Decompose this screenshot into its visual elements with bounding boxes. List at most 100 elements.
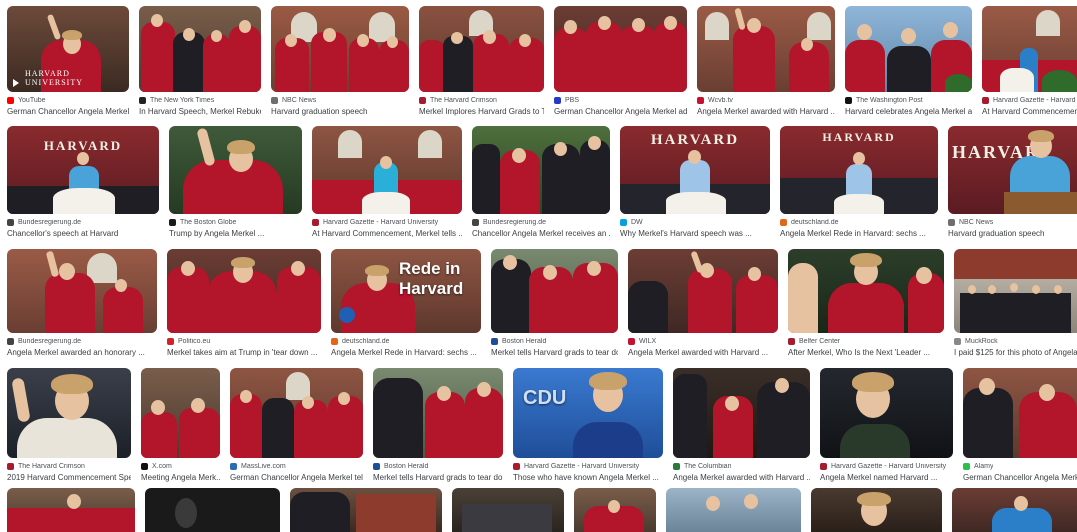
- image-result[interactable]: MassLive.com German Chancellor Angela Me…: [230, 368, 363, 483]
- image-result[interactable]: The Boston Globe Trump by Angela Merkel …: [169, 126, 302, 239]
- result-title[interactable]: Harvard graduation speech: [271, 106, 409, 117]
- result-title[interactable]: Angela Merkel awarded with Harvard ...: [697, 106, 835, 117]
- image-thumbnail[interactable]: [952, 488, 1077, 532]
- image-result[interactable]: X.com Meeting Angela Merk...: [141, 368, 220, 483]
- image-result[interactable]: HARVARD Bundesregierung.de Chancellor's …: [7, 126, 159, 239]
- result-title[interactable]: German Chancellor Angela Merkel ad...: [554, 106, 687, 117]
- result-title[interactable]: Why Merkel's Harvard speech was ...: [620, 228, 770, 239]
- image-thumbnail[interactable]: [7, 249, 157, 333]
- image-thumbnail[interactable]: [290, 488, 442, 532]
- image-thumbnail[interactable]: [271, 6, 409, 92]
- image-result[interactable]: CDU Harvard Gazette - Harvard University…: [513, 368, 663, 483]
- image-result[interactable]: HARVAR NBC News Harvard graduation speec…: [948, 126, 1077, 239]
- image-thumbnail[interactable]: [167, 249, 321, 333]
- result-title[interactable]: Trump by Angela Merkel ...: [169, 228, 302, 239]
- image-result[interactable]: Rede in Harvard deutschland.de Angela Me…: [331, 249, 481, 358]
- image-result[interactable]: Alamy German Chancellor Angela Merkel ..…: [963, 368, 1077, 483]
- image-result[interactable]: [7, 488, 135, 532]
- result-title[interactable]: Merkel tells Harvard grads to tear do...: [491, 347, 618, 358]
- image-thumbnail[interactable]: [312, 126, 462, 214]
- image-thumbnail[interactable]: [574, 488, 656, 532]
- image-result[interactable]: The Harvard Crimson 2019 Harvard Commenc…: [7, 368, 131, 483]
- image-result[interactable]: The Harvard Crimson Merkel Implores Harv…: [419, 6, 544, 117]
- image-result[interactable]: HARVARD deutschland.de Angela Merkel Red…: [780, 126, 938, 239]
- image-result[interactable]: The New York Times In Harvard Speech, Me…: [139, 6, 261, 117]
- image-thumbnail[interactable]: [820, 368, 953, 458]
- image-thumbnail[interactable]: [673, 368, 810, 458]
- image-thumbnail[interactable]: [141, 368, 220, 458]
- image-thumbnail[interactable]: [7, 488, 135, 532]
- result-title[interactable]: Angela Merkel Rede in Harvard: sechs ...: [331, 347, 481, 358]
- image-thumbnail[interactable]: HARVARD UNIVERSITY: [7, 6, 129, 92]
- image-result[interactable]: NBC News Harvard graduation speech: [271, 6, 409, 117]
- result-title[interactable]: Those who have known Angela Merkel ...: [513, 472, 663, 483]
- result-title[interactable]: Merkel tells Harvard grads to tear do...: [373, 472, 503, 483]
- image-result[interactable]: [666, 488, 801, 532]
- image-result[interactable]: PBS German Chancellor Angela Merkel ad..…: [554, 6, 687, 117]
- image-result[interactable]: Boston Herald Merkel tells Harvard grads…: [373, 368, 503, 483]
- image-thumbnail[interactable]: [139, 6, 261, 92]
- result-title[interactable]: Angela Merkel awarded with Harvard ...: [673, 472, 810, 483]
- result-title[interactable]: In Harvard Speech, Merkel Rebukes...: [139, 106, 261, 117]
- image-result[interactable]: MuckRock I paid $125 for this photo of A…: [954, 249, 1077, 358]
- image-thumbnail[interactable]: [666, 488, 801, 532]
- result-title[interactable]: Harvard celebrates Angela Merkel as...: [845, 106, 972, 117]
- result-title[interactable]: 2019 Harvard Commencement Spe...: [7, 472, 131, 483]
- image-thumbnail[interactable]: [697, 6, 835, 92]
- image-result[interactable]: The Columbian Angela Merkel awarded with…: [673, 368, 810, 483]
- image-thumbnail[interactable]: [982, 6, 1077, 92]
- image-result[interactable]: Bundesregierung.de Chancellor Angela Mer…: [472, 126, 610, 239]
- result-title[interactable]: At Harvard Commencement, Merkel tells ..…: [312, 228, 462, 239]
- image-thumbnail[interactable]: [373, 368, 503, 458]
- image-thumbnail[interactable]: [788, 249, 944, 333]
- image-thumbnail[interactable]: [811, 488, 942, 532]
- image-result[interactable]: Politico.eu Merkel takes aim at Trump in…: [167, 249, 321, 358]
- result-title[interactable]: Angela Merkel named Harvard ...: [820, 472, 953, 483]
- image-result[interactable]: [952, 488, 1077, 532]
- result-title[interactable]: German Chancellor Angela Merkel tells ..…: [230, 472, 363, 483]
- image-thumbnail[interactable]: [963, 368, 1077, 458]
- image-thumbnail[interactable]: [954, 249, 1077, 333]
- result-title[interactable]: After Merkel, Who Is the Next 'Leader ..…: [788, 347, 944, 358]
- image-result[interactable]: Harvard Gazette - Harvard University At …: [312, 126, 462, 239]
- result-title[interactable]: Meeting Angela Merk...: [141, 472, 220, 483]
- image-result[interactable]: Harvard Gazette - Harvard Univ At Harvar…: [982, 6, 1077, 117]
- image-result[interactable]: [452, 488, 564, 532]
- image-result[interactable]: Belfer Center After Merkel, Who Is the N…: [788, 249, 944, 358]
- image-thumbnail[interactable]: Rede in Harvard: [331, 249, 481, 333]
- image-thumbnail[interactable]: [230, 368, 363, 458]
- image-thumbnail[interactable]: [145, 488, 280, 532]
- image-result[interactable]: [811, 488, 942, 532]
- image-result[interactable]: Harvard Gazette - Harvard University Ang…: [820, 368, 953, 483]
- result-title[interactable]: Merkel takes aim at Trump in 'tear down …: [167, 347, 321, 358]
- result-title[interactable]: German Chancellor Angela Merkel'...: [7, 106, 129, 117]
- image-result[interactable]: [145, 488, 280, 532]
- result-title[interactable]: Harvard graduation speech: [948, 228, 1077, 239]
- image-thumbnail[interactable]: [491, 249, 618, 333]
- image-thumbnail[interactable]: [452, 488, 564, 532]
- image-thumbnail[interactable]: HARVARD: [620, 126, 770, 214]
- result-title[interactable]: At Harvard Commencement, Me...: [982, 106, 1077, 117]
- image-result[interactable]: Wcvb.tv Angela Merkel awarded with Harva…: [697, 6, 835, 117]
- result-title[interactable]: Chancellor Angela Merkel receives an ...: [472, 228, 610, 239]
- image-thumbnail[interactable]: [628, 249, 778, 333]
- image-thumbnail[interactable]: [169, 126, 302, 214]
- image-result[interactable]: The Washington Post Harvard celebrates A…: [845, 6, 972, 117]
- image-thumbnail[interactable]: [554, 6, 687, 92]
- image-thumbnail[interactable]: [472, 126, 610, 214]
- image-result[interactable]: [290, 488, 442, 532]
- image-thumbnail[interactable]: HARVARD: [7, 126, 159, 214]
- result-title[interactable]: I paid $125 for this photo of Angela ...: [954, 347, 1077, 358]
- result-title[interactable]: Angela Merkel Rede in Harvard: sechs ...: [780, 228, 938, 239]
- image-thumbnail[interactable]: [7, 368, 131, 458]
- image-result[interactable]: WILX Angela Merkel awarded with Harvard …: [628, 249, 778, 358]
- image-result[interactable]: HARVARD DW Why Merkel's Harvard speech w…: [620, 126, 770, 239]
- result-title[interactable]: Merkel Implores Harvard Grads to T...: [419, 106, 544, 117]
- result-title[interactable]: Angela Merkel awarded an honorary ...: [7, 347, 157, 358]
- image-thumbnail[interactable]: HARVARD: [780, 126, 938, 214]
- image-result[interactable]: Bundesregierung.de Angela Merkel awarded…: [7, 249, 157, 358]
- result-title[interactable]: Angela Merkel awarded with Harvard ...: [628, 347, 778, 358]
- result-title[interactable]: German Chancellor Angela Merkel ...: [963, 472, 1077, 483]
- result-title[interactable]: Chancellor's speech at Harvard: [7, 228, 159, 239]
- image-thumbnail[interactable]: [419, 6, 544, 92]
